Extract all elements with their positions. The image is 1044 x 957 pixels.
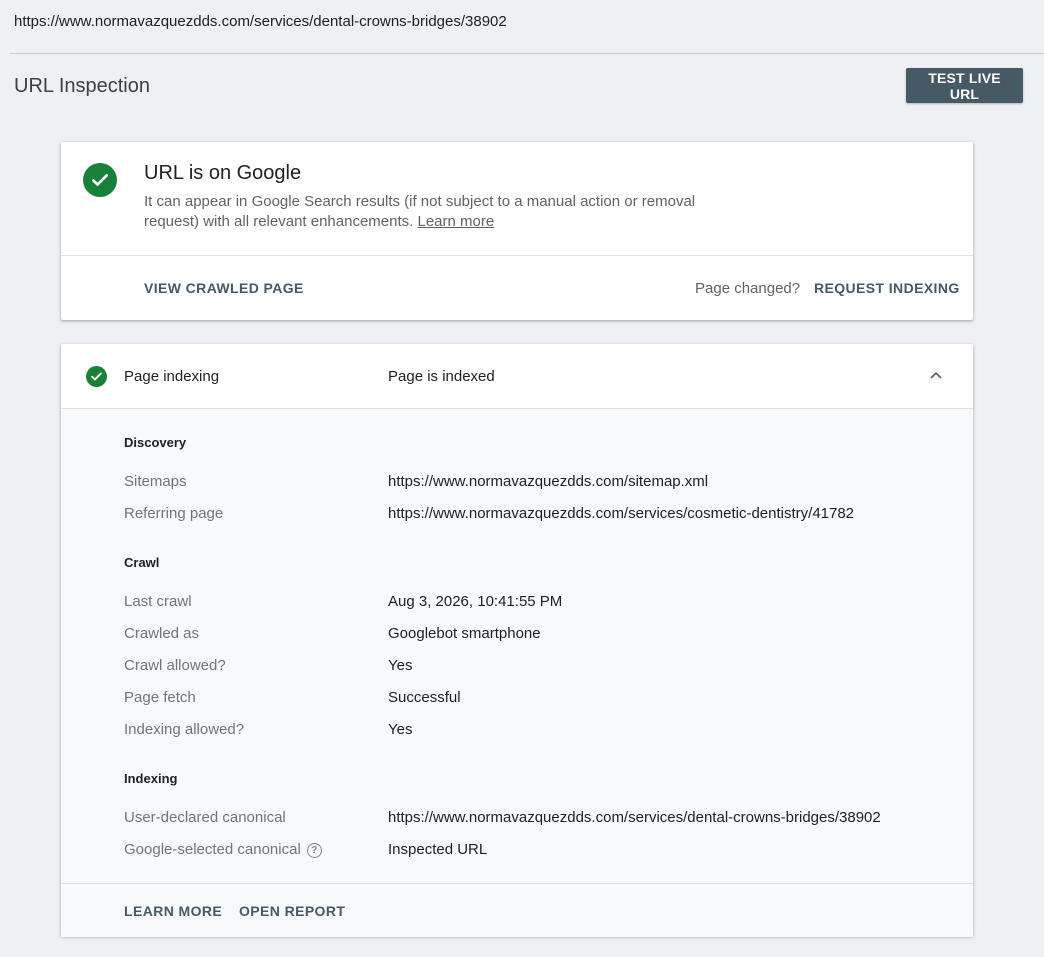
- page-indexing-header[interactable]: Page indexing Page is indexed: [61, 344, 973, 409]
- test-live-url-button[interactable]: TEST LIVE URL: [906, 68, 1023, 103]
- indexing-allowed-label: Indexing allowed?: [124, 721, 245, 738]
- page-indexing-label: Page indexing: [124, 368, 220, 385]
- address-bar[interactable]: https://www.normavazquezdds.com/services…: [0, 0, 1044, 42]
- crawled-as-value: Googlebot smartphone: [388, 625, 541, 642]
- crawled-as-label: Crawled as: [124, 625, 200, 642]
- page-title: URL Inspection: [14, 75, 150, 97]
- crawl-allowed-label: Crawl allowed?: [124, 657, 226, 674]
- learn-more-link[interactable]: Learn more: [417, 213, 494, 230]
- sitemaps-value: https://www.normavazquezdds.com/sitemap.…: [388, 473, 709, 490]
- check-circle-icon: [86, 366, 107, 387]
- help-circle-icon[interactable]: ?: [306, 843, 322, 858]
- page-changed-text: Page changed?: [695, 280, 801, 297]
- referring-page-value: https://www.normavazquezdds.com/services…: [388, 505, 855, 522]
- section-title-indexing: Indexing: [124, 771, 178, 786]
- view-crawled-page-button[interactable]: VIEW CRAWLED PAGE: [144, 280, 304, 296]
- request-indexing-button[interactable]: REQUEST INDEXING: [814, 280, 960, 296]
- last-crawl-label: Last crawl: [124, 593, 192, 610]
- address-bar-url[interactable]: https://www.normavazquezdds.com/services…: [14, 13, 507, 30]
- status-card: URL is on Google It can appear in Google…: [61, 142, 973, 320]
- chevron-up-icon[interactable]: [928, 367, 944, 383]
- referring-page-label: Referring page: [124, 505, 224, 522]
- indexing-allowed-value: Yes: [388, 721, 413, 738]
- page-indexing-card: Page indexing Page is indexed Discovery …: [61, 344, 973, 937]
- open-report-button[interactable]: OPEN REPORT: [239, 903, 345, 919]
- status-description: It can appear in Google Search results (…: [144, 192, 724, 232]
- crawl-allowed-value: Yes: [388, 657, 413, 674]
- page-fetch-value: Successful: [388, 689, 461, 706]
- last-crawl-value: Aug 3, 2026, 10:41:55 PM: [388, 593, 563, 610]
- check-circle-icon: [83, 163, 117, 197]
- google-selected-canonical-text: Google-selected canonical: [124, 841, 301, 858]
- section-title-discovery: Discovery: [124, 435, 187, 450]
- page-indexing-details: Discovery Sitemaps https://www.normavazq…: [61, 409, 973, 884]
- section-title-crawl: Crawl: [124, 555, 160, 570]
- google-selected-canonical-label: Google-selected canonical?: [124, 841, 322, 858]
- status-summary: URL is on Google It can appear in Google…: [61, 142, 973, 256]
- user-declared-canonical-value: https://www.normavazquezdds.com/services…: [388, 809, 881, 826]
- status-actions: VIEW CRAWLED PAGE Page changed? REQUEST …: [61, 256, 973, 320]
- divider: [10, 53, 1044, 54]
- status-heading: URL is on Google: [144, 162, 302, 184]
- google-selected-canonical-value: Inspected URL: [388, 841, 488, 858]
- learn-more-button[interactable]: LEARN MORE: [124, 903, 222, 919]
- page-indexing-footer: LEARN MORE OPEN REPORT: [61, 884, 973, 937]
- page-indexing-status: Page is indexed: [388, 368, 495, 385]
- sitemaps-label: Sitemaps: [124, 473, 187, 490]
- user-declared-canonical-label: User-declared canonical: [124, 809, 286, 826]
- page-fetch-label: Page fetch: [124, 689, 196, 706]
